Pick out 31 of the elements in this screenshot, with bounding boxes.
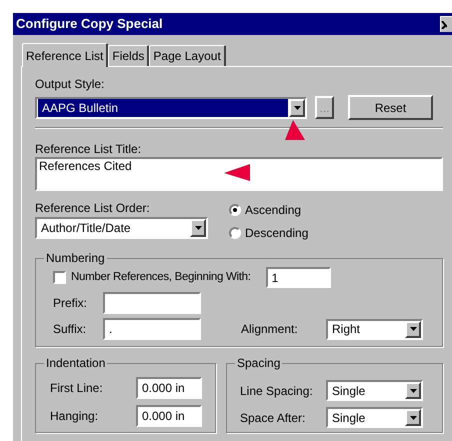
- radio-label[interactable]: Descending: [245, 224, 308, 242]
- input-field[interactable]: 1: [266, 267, 331, 288]
- field-label: Suffix:: [53, 321, 88, 338]
- field-label: Reference List Order:: [35, 201, 151, 215]
- combo-box[interactable]: Right: [326, 318, 423, 340]
- checkbox-label[interactable]: Number References, Beginning With:: [71, 268, 251, 286]
- input-field[interactable]: 0.000 in: [136, 405, 202, 427]
- window-title: Configure Copy Special: [16, 15, 163, 34]
- tab[interactable]: Page Layout: [149, 45, 226, 66]
- combo-box[interactable]: Single: [326, 380, 423, 401]
- field-label: Alignment:: [241, 321, 299, 338]
- input-field[interactable]: .: [103, 318, 201, 340]
- input-field[interactable]: 0.000 in: [136, 377, 202, 399]
- combo-box[interactable]: Single: [326, 407, 423, 428]
- field-label: Line Spacing:: [240, 382, 314, 400]
- combo-box[interactable]: AAPG Bulletin: [35, 96, 307, 118]
- text-area[interactable]: References Cited: [35, 157, 443, 191]
- tab[interactable]: Fields: [108, 45, 150, 66]
- group-title: Spacing: [235, 356, 282, 370]
- field-label: Prefix:: [53, 295, 88, 312]
- field-label: Hanging:: [50, 408, 100, 425]
- field-label: Space After:: [240, 410, 306, 426]
- tab[interactable]: Reference List: [22, 43, 108, 67]
- button[interactable]: Reset: [348, 95, 433, 120]
- group-title: Numbering: [44, 251, 107, 265]
- group-title: Indentation: [44, 356, 108, 370]
- radio-label[interactable]: Ascending: [245, 201, 302, 219]
- field-label: Output Style:: [35, 77, 106, 91]
- field-label: Reference List Title:: [35, 142, 142, 156]
- field-label: First Line:: [50, 380, 104, 397]
- combo-box[interactable]: Author/Title/Date: [35, 217, 208, 239]
